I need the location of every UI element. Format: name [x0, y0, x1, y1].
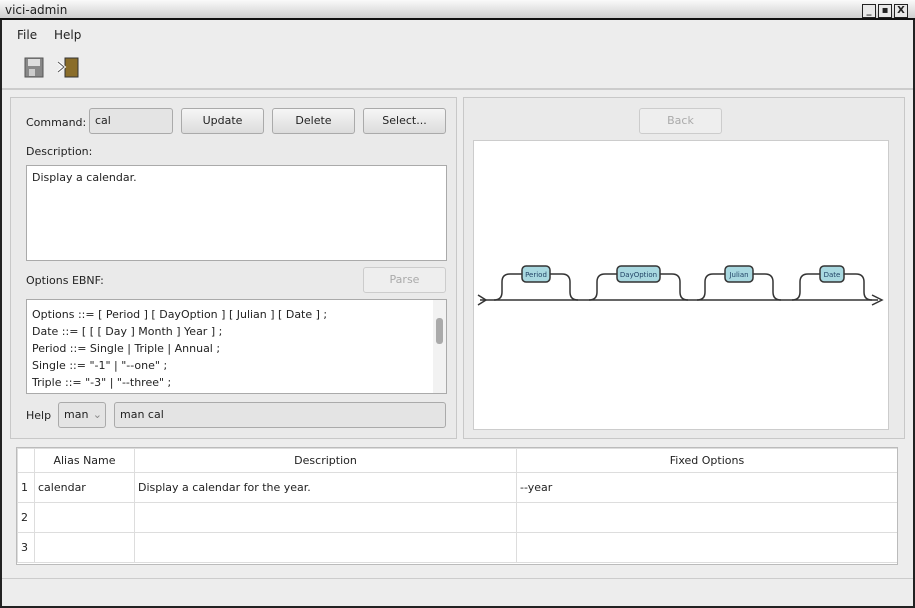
fixed-options-cell[interactable]	[516, 532, 897, 563]
close-button[interactable]: X	[894, 4, 908, 18]
ebnf-line: Triple ::= "-3" | "--three" ;	[32, 376, 172, 389]
description-label: Description:	[26, 145, 93, 158]
scrollbar-thumb[interactable]	[436, 318, 443, 344]
ebnf-line: Date ::= [ [ [ Day ] Month ] Year ] ;	[32, 325, 223, 338]
row-index: 1	[17, 472, 35, 503]
options-ebnf-label: Options EBNF:	[26, 274, 104, 287]
ebnf-line: Single ::= "-1" | "--one" ;	[32, 359, 168, 372]
ebnf-scrollbar[interactable]	[433, 300, 446, 393]
command-input[interactable]: cal	[89, 108, 173, 134]
alias-table: Alias Name Description Fixed Options 1 ca…	[16, 447, 898, 565]
description-textarea[interactable]: Display a calendar.	[26, 165, 447, 261]
save-icon[interactable]	[23, 56, 45, 78]
help-label: Help	[26, 409, 52, 422]
help-select[interactable]: man ⌄	[58, 402, 106, 428]
description-cell[interactable]: Display a calendar for the year.	[134, 472, 517, 503]
maximize-button[interactable]: ▪	[878, 4, 892, 18]
chevron-down-icon: ⌄	[92, 408, 102, 421]
parse-button[interactable]: Parse	[363, 267, 446, 293]
menu-file[interactable]: File	[17, 28, 37, 42]
column-header-alias[interactable]: Alias Name	[34, 448, 135, 473]
description-cell[interactable]	[134, 502, 517, 533]
fixed-options-cell[interactable]	[516, 502, 897, 533]
column-header-index[interactable]	[17, 448, 35, 473]
alias-cell[interactable]	[34, 532, 135, 563]
row-index: 2	[17, 502, 35, 533]
help-command-input[interactable]: man cal	[114, 402, 446, 428]
railroad-diagram: Period DayOption Julian Date	[473, 140, 889, 430]
column-header-fixed-options[interactable]: Fixed Options	[516, 448, 897, 473]
toolbar-divider	[2, 88, 913, 90]
fixed-options-cell[interactable]: --year	[516, 472, 897, 503]
help-select-value: man	[64, 408, 89, 421]
alias-cell[interactable]	[34, 502, 135, 533]
window-title: vici-admin	[5, 3, 68, 17]
command-label: Command:	[26, 116, 87, 129]
status-bar-divider	[2, 578, 913, 579]
back-button[interactable]: Back	[639, 108, 722, 134]
update-button[interactable]: Update	[181, 108, 264, 134]
table-row[interactable]: 1 calendar Display a calendar for the year…	[17, 472, 897, 503]
title-bar: vici-admin _ ▪ X	[0, 0, 915, 20]
table-row[interactable]: 2	[17, 502, 897, 533]
row-index: 3	[17, 532, 35, 563]
ebnf-textarea[interactable]: Options ::= [ Period ] [ DayOption ] [ J…	[26, 299, 447, 394]
nonterminal-label: Julian	[728, 271, 748, 279]
column-header-description[interactable]: Description	[134, 448, 517, 473]
alias-cell[interactable]: calendar	[34, 472, 135, 503]
table-header-row: Alias Name Description Fixed Options	[17, 448, 897, 473]
description-cell[interactable]	[134, 532, 517, 563]
select-button[interactable]: Select...	[363, 108, 446, 134]
exit-icon[interactable]	[56, 56, 79, 78]
nonterminal-label: Date	[824, 271, 841, 279]
minimize-button[interactable]: _	[862, 4, 876, 18]
ebnf-line: Options ::= [ Period ] [ DayOption ] [ J…	[32, 308, 328, 321]
delete-button[interactable]: Delete	[272, 108, 355, 134]
menu-help[interactable]: Help	[54, 28, 81, 42]
ebnf-line: Period ::= Single | Triple | Annual ;	[32, 342, 221, 355]
table-row[interactable]: 3	[17, 532, 897, 563]
nonterminal-label: DayOption	[620, 271, 657, 279]
nonterminal-label: Period	[525, 271, 547, 279]
